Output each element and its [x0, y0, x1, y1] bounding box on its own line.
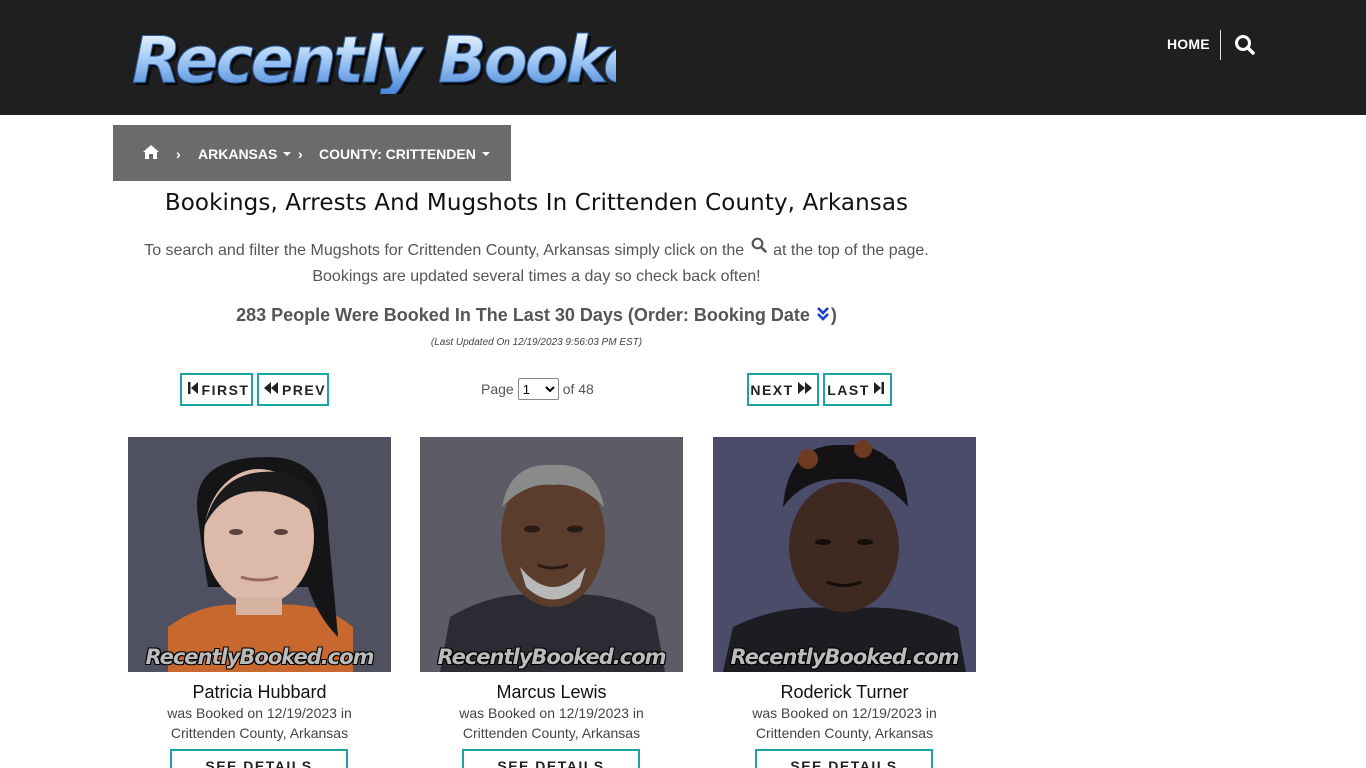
- booking-info: was Booked on 12/19/2023 in Crittenden Co…: [459, 705, 644, 741]
- booking-count: 283 People Were Booked In The Last 30 Da…: [236, 305, 837, 325]
- booking-info: was Booked on 12/19/2023 in Crittenden Co…: [752, 705, 937, 741]
- chevron-down-icon: [481, 152, 490, 157]
- backward-icon: [263, 382, 278, 397]
- last-page-button[interactable]: LAST: [823, 373, 892, 406]
- search-icon: [751, 236, 767, 262]
- sort-order-icon[interactable]: [815, 305, 831, 323]
- search-icon[interactable]: [1234, 34, 1256, 56]
- nav-divider: [1220, 30, 1221, 60]
- prev-page-button[interactable]: PREV: [257, 373, 329, 406]
- skip-last-icon: [873, 382, 884, 397]
- skip-first-icon: [187, 382, 198, 397]
- booking-card[interactable]: RecentlyBooked.com Roderick Turner was B…: [713, 437, 976, 743]
- chevron-down-icon: [283, 152, 292, 157]
- see-details-button[interactable]: SEE DETAILS: [170, 749, 348, 768]
- watermark: RecentlyBooked.com: [145, 645, 374, 669]
- see-details-button[interactable]: SEE DETAILS: [755, 749, 933, 768]
- forward-icon: [797, 382, 812, 397]
- breadcrumb-state[interactable]: ARKANSAS: [198, 146, 292, 162]
- page-selector: Page 1 of 48: [481, 378, 594, 400]
- first-page-button[interactable]: FIRST: [180, 373, 253, 406]
- home-icon[interactable]: [142, 144, 160, 165]
- breadcrumb-separator: ›: [298, 146, 303, 162]
- mugshot-photo[interactable]: RecentlyBooked.com: [420, 437, 683, 672]
- breadcrumb-county[interactable]: COUNTY: CRITTENDEN: [319, 146, 490, 162]
- watermark: RecentlyBooked.com: [437, 645, 666, 669]
- person-name[interactable]: Marcus Lewis: [420, 682, 683, 703]
- mugshot-photo[interactable]: RecentlyBooked.com: [713, 437, 976, 672]
- booking-card[interactable]: RecentlyBooked.com Patricia Hubbard was …: [128, 437, 391, 743]
- see-details-button[interactable]: SEE DETAILS: [462, 749, 640, 768]
- logo-image: Recently Booked Recently Booked: [132, 24, 617, 95]
- next-page-button[interactable]: NEXT: [747, 373, 819, 406]
- page-title: Bookings, Arrests And Mugshots In Critte…: [164, 190, 909, 216]
- page-select[interactable]: 1: [517, 378, 559, 400]
- intro-text: To search and filter the Mugshots for Cr…: [113, 236, 960, 290]
- site-header: Recently Booked Recently Booked HOME: [0, 0, 1366, 115]
- mugshot-photo[interactable]: RecentlyBooked.com: [128, 437, 391, 672]
- person-name[interactable]: Patricia Hubbard: [128, 682, 391, 703]
- last-updated: (Last Updated On 12/19/2023 9:56:03 PM E…: [430, 337, 643, 348]
- booking-card[interactable]: RecentlyBooked.com Marcus Lewis was Book…: [420, 437, 683, 743]
- logo-text: Recently Booked: [132, 24, 616, 94]
- person-name[interactable]: Roderick Turner: [713, 682, 976, 703]
- watermark: RecentlyBooked.com: [730, 645, 959, 669]
- nav-home-link[interactable]: HOME: [1167, 36, 1210, 52]
- booking-info: was Booked on 12/19/2023 in Crittenden Co…: [167, 705, 352, 741]
- breadcrumb-separator: ›: [176, 146, 181, 162]
- site-logo[interactable]: Recently Booked Recently Booked: [126, 18, 617, 95]
